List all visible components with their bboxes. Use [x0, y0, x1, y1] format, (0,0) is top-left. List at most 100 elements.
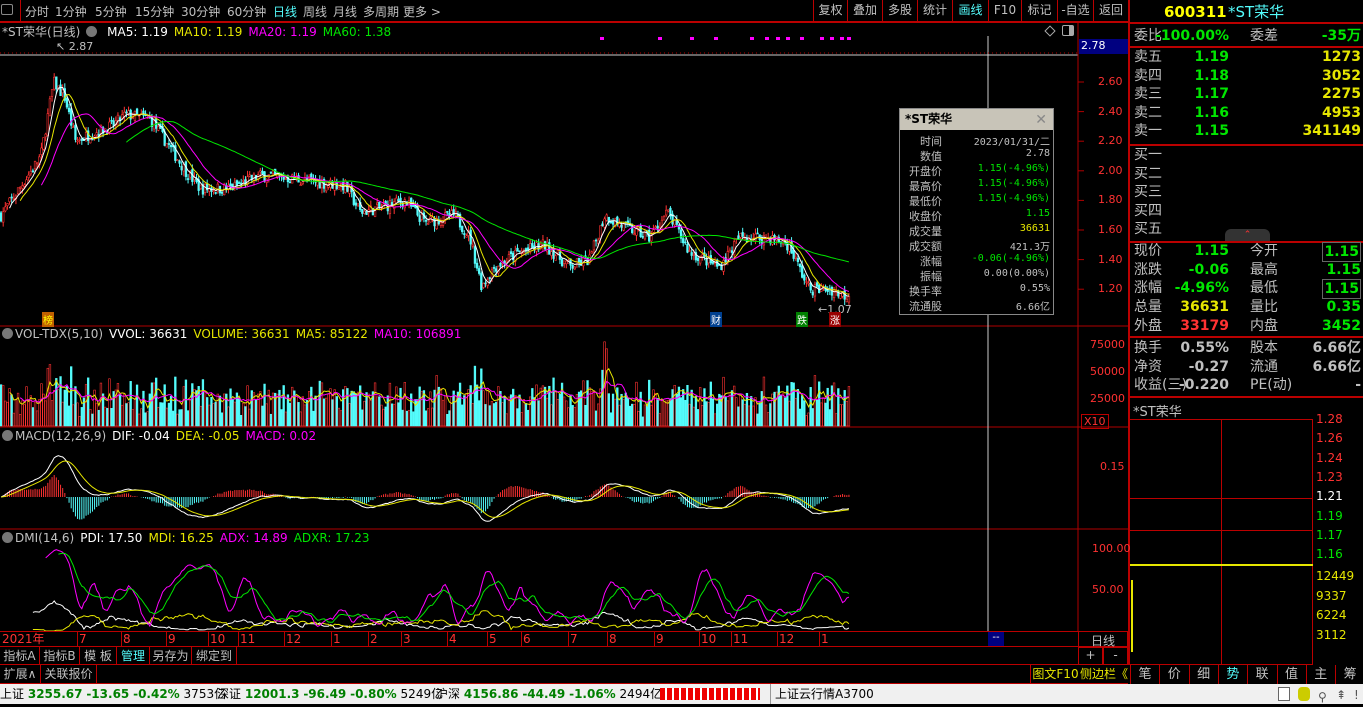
candle-body: [633, 233, 636, 235]
volume-bar: [203, 391, 207, 427]
volume-bar: [206, 397, 209, 427]
upload-icon[interactable]: ⇞: [1336, 685, 1346, 705]
volume-bar: [427, 408, 430, 427]
volume-bar: [310, 386, 313, 427]
indicator-tab-3[interactable]: 管理: [117, 647, 150, 665]
volume-bar: [327, 393, 330, 427]
settings-circle-icon[interactable]: [2, 532, 13, 543]
volume-bar: [318, 380, 321, 427]
month-label: 8: [607, 632, 617, 646]
candle-body: [70, 108, 73, 126]
candle-body: [446, 211, 449, 213]
dmi-tick: 100.00: [1092, 542, 1131, 555]
quote-row: 涨跌 -0.06 最高 1.15: [1132, 261, 1363, 279]
volume-bar: [110, 408, 113, 427]
sidebar-toggle[interactable]: 侧边栏《: [1080, 665, 1130, 684]
badge-cai[interactable]: 财: [710, 312, 722, 327]
vol-tick: 25000: [1090, 392, 1125, 405]
settings-circle-icon[interactable]: [2, 430, 13, 441]
volume-bar: [193, 388, 196, 427]
more-icon[interactable]: !: [1354, 685, 1359, 705]
side-tab-4[interactable]: 联: [1247, 665, 1276, 685]
collapse-arrow-button[interactable]: ⌃: [1225, 229, 1270, 241]
volume-bar: [148, 393, 151, 427]
side-tab-2[interactable]: 细: [1188, 665, 1218, 685]
row-label: 卖五: [1134, 49, 1162, 65]
side-tab-6[interactable]: 主: [1305, 665, 1335, 685]
volume-bar: [2, 385, 5, 427]
indicator-tab-2[interactable]: 模 板: [80, 647, 117, 665]
month-label: 12: [284, 632, 302, 646]
indicator-tab-5[interactable]: 绑定到: [192, 647, 237, 665]
candle-body: [728, 249, 732, 253]
zoom-out-button[interactable]: -: [1103, 647, 1128, 665]
side-tab-1[interactable]: 价: [1159, 665, 1188, 685]
f10-tab[interactable]: 图文F10: [1030, 665, 1080, 684]
side-tab-7[interactable]: 筹: [1335, 665, 1363, 685]
volume-bar: [820, 402, 823, 427]
extension-tab-0[interactable]: 扩展∧: [0, 665, 41, 683]
side-tab-0[interactable]: 笔: [1130, 665, 1159, 685]
tooltip-value: 421.3万: [1009, 242, 1050, 253]
candle-body: [89, 139, 92, 144]
tooltip-key: 涨幅: [920, 255, 942, 268]
indicator-tab-1[interactable]: 指标B: [40, 647, 80, 665]
candle-body: [563, 260, 566, 264]
sz-index[interactable]: 深证 12001.3 -96.49 -0.80% 5249亿: [217, 684, 443, 704]
side-tab-5[interactable]: 值: [1276, 665, 1306, 685]
close-icon[interactable]: ✕: [1035, 110, 1047, 131]
volume-bar: [246, 385, 249, 427]
volume-bar: [484, 404, 487, 427]
extension-tab-1[interactable]: 关联报价: [41, 665, 97, 683]
badge-zhang[interactable]: 涨: [829, 312, 841, 327]
volume-bar: [393, 403, 396, 427]
candle-body: [259, 170, 262, 173]
indicator-tab-4[interactable]: 另存为: [150, 647, 192, 665]
badge-bang[interactable]: 榜: [42, 312, 54, 327]
candle-body: [95, 132, 98, 136]
volume-bar: [12, 412, 15, 427]
volume-bar: [361, 409, 364, 427]
tooltip-value: 1.15: [1025, 208, 1050, 219]
month-label: 10: [208, 632, 226, 646]
cloud-quote-label[interactable]: 上证云行情A3700: [770, 684, 874, 704]
settings-circle-icon[interactable]: [2, 328, 13, 339]
row-label: 换手: [1134, 340, 1162, 356]
volume-bar: [779, 394, 783, 427]
candle-body: [760, 238, 763, 244]
macd-header: MACD(12,26,9) DIF: -0.04 DEA: -0.05 MACD: 0…: [2, 429, 322, 443]
volume-bar: [144, 412, 147, 427]
pin-icon[interactable]: ⚲: [1318, 687, 1327, 707]
sz-label: 深证: [217, 687, 242, 701]
candle-body: [352, 192, 355, 205]
sh-index[interactable]: 上证 3255.67 -13.65 -0.42% 3753亿: [0, 684, 226, 704]
volume-bar: [433, 389, 436, 427]
vol-name: VOL-TDX(5,10): [15, 327, 104, 341]
window-toggle-icon[interactable]: [1062, 25, 1074, 36]
candle-body: [662, 216, 666, 221]
volume-bar: [295, 395, 298, 427]
notepad-icon[interactable]: [1278, 687, 1290, 701]
volume-bar: [624, 392, 627, 427]
candle-body: [743, 238, 746, 240]
side-tab-3[interactable]: 势: [1217, 665, 1247, 685]
settings-circle-icon[interactable]: [86, 26, 98, 37]
row-value-2: 4953: [1322, 104, 1361, 121]
volume-bar: [233, 401, 236, 427]
mini-title: *ST荣华: [1133, 405, 1182, 420]
volume-bar: [626, 397, 630, 427]
zoom-in-button[interactable]: +: [1078, 647, 1103, 665]
candle-body: [590, 251, 593, 254]
candle-body: [620, 224, 623, 228]
candle-body: [53, 76, 56, 90]
hs-index[interactable]: 沪深 4156.86 -44.49 -1.06% 2494亿: [436, 684, 662, 704]
volume-bar: [308, 391, 311, 427]
volume-bar: [118, 394, 122, 427]
mini-chart-frame: [1130, 419, 1313, 665]
indicator-tab-0[interactable]: 指标A: [0, 647, 40, 665]
volume-bar: [123, 393, 126, 427]
badge-die[interactable]: 跌: [796, 312, 808, 327]
volume-bar: [199, 405, 202, 427]
candle-body: [169, 144, 173, 148]
coin-icon[interactable]: [1298, 687, 1310, 701]
